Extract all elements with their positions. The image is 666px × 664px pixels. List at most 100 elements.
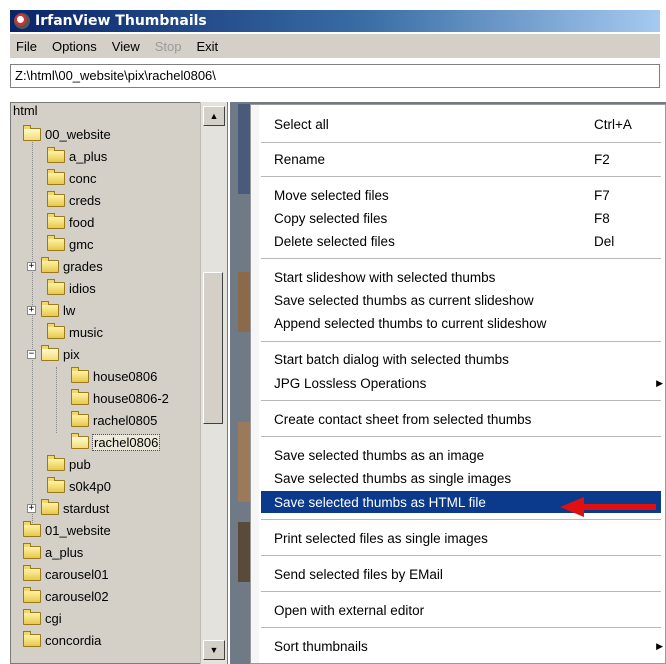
tree-item-a-plus[interactable]: a_plus (47, 145, 107, 167)
folder-open-icon (23, 124, 41, 141)
menu-item-delete-files[interactable]: Delete selected files Del (261, 230, 661, 252)
menu-gutter (251, 105, 259, 663)
menu-item-label: Create contact sheet from selected thumb… (274, 411, 532, 427)
address-bar[interactable]: Z:\html\00_website\pix\rachel0806\ (10, 64, 660, 88)
menu-separator (261, 258, 661, 259)
folder-icon (23, 630, 41, 647)
menu-item-save-slideshow[interactable]: Save selected thumbs as current slidesho… (261, 289, 661, 311)
menu-item-shortcut: Ctrl+A (594, 116, 632, 132)
folder-open-icon (41, 344, 59, 361)
tree-item-s0k4p0[interactable]: s0k4p0 (47, 475, 111, 497)
menu-item-label: Save selected thumbs as an image (274, 447, 485, 463)
tree-item-label: carousel01 (45, 566, 109, 582)
menu-item-send-email[interactable]: Send selected files by EMail (261, 563, 661, 585)
menu-separator (261, 341, 661, 342)
menu-separator (261, 176, 661, 177)
folder-icon (47, 278, 65, 295)
menu-separator (261, 519, 661, 520)
tree-item-label: house0806 (93, 368, 158, 384)
tree-item-creds[interactable]: creds (47, 189, 101, 211)
tree-root-label[interactable]: html (13, 103, 38, 118)
menu-separator (261, 400, 661, 401)
tree-connector (56, 367, 57, 433)
menu-item-move-files[interactable]: Move selected files F7 (261, 184, 661, 206)
menu-item-label: Start slideshow with selected thumbs (274, 269, 496, 285)
scroll-up-arrow-icon[interactable]: ▲ (203, 106, 225, 126)
tree-connector (32, 139, 33, 529)
menu-separator (261, 142, 661, 143)
tree-item-gmc[interactable]: gmc (47, 233, 94, 255)
scrollbar-thumb[interactable] (203, 272, 223, 424)
menu-item-label: Print selected files as single images (274, 530, 488, 546)
menu-separator (261, 627, 661, 628)
menu-item-save-as-image[interactable]: Save selected thumbs as an image (261, 444, 661, 466)
tree-item-rachel0806[interactable]: rachel0806 (71, 431, 161, 453)
folder-icon (47, 322, 65, 339)
tree-item-carousel02[interactable]: carousel02 (23, 585, 109, 607)
menu-item-batch-dialog[interactable]: Start batch dialog with selected thumbs (261, 348, 661, 370)
tree-item-label: conc (69, 170, 97, 186)
folder-icon (23, 608, 41, 625)
tree-item-a-plus-root[interactable]: a_plus (23, 541, 83, 563)
tree-item-music[interactable]: music (47, 321, 103, 343)
tree-item-grades[interactable]: + grades (27, 255, 103, 277)
tree-item-label: creds (69, 192, 101, 208)
menu-item-shortcut: F8 (594, 210, 610, 226)
menu-exit[interactable]: Exit (190, 39, 224, 54)
menu-item-label: JPG Lossless Operations (274, 375, 427, 391)
menu-separator (261, 555, 661, 556)
folder-icon (41, 300, 59, 317)
folder-icon (47, 476, 65, 493)
tree-item-label: lw (63, 302, 76, 318)
tree-item-rachel0805[interactable]: rachel0805 (71, 409, 157, 431)
folder-open-icon (71, 432, 89, 449)
menu-item-copy-files[interactable]: Copy selected files F8 (261, 207, 661, 229)
menu-item-label: Sort thumbnails (274, 638, 368, 654)
expand-plus-icon[interactable]: + (27, 305, 36, 315)
tree-item-label: house0806-2 (93, 390, 169, 406)
expand-plus-icon[interactable]: + (27, 261, 36, 271)
menu-item-sort-thumbnails[interactable]: Sort thumbnails ▶ (261, 635, 663, 657)
menu-item-save-single-images[interactable]: Save selected thumbs as single images (261, 467, 661, 489)
menu-view[interactable]: View (106, 39, 146, 54)
folder-tree[interactable]: html 00_website a_plus conc creds food g… (10, 102, 228, 664)
menu-item-external-editor[interactable]: Open with external editor (261, 599, 661, 621)
tree-item-food[interactable]: food (47, 211, 94, 233)
tree-item-house0806-2[interactable]: house0806-2 (71, 387, 169, 409)
tree-item-carousel01[interactable]: carousel01 (23, 563, 109, 585)
menu-file[interactable]: File (10, 39, 43, 54)
tree-scrollbar[interactable]: ▲ ▼ (200, 102, 227, 664)
tree-item-stardust[interactable]: + stardust (27, 497, 109, 519)
menu-item-contact-sheet[interactable]: Create contact sheet from selected thumb… (261, 408, 661, 430)
tree-item-house0806[interactable]: house0806 (71, 365, 157, 387)
tree-item-pub[interactable]: pub (47, 453, 91, 475)
tree-item-idios[interactable]: idios (47, 277, 96, 299)
tree-item-label: music (69, 324, 103, 340)
scroll-down-arrow-icon[interactable]: ▼ (203, 640, 225, 660)
folder-icon (47, 212, 65, 229)
collapse-minus-icon[interactable]: − (27, 349, 36, 359)
folder-icon (47, 234, 65, 251)
menu-item-select-all[interactable]: Select all Ctrl+A (261, 113, 661, 135)
tree-item-00-website[interactable]: 00_website (23, 123, 111, 145)
expand-plus-icon[interactable]: + (27, 503, 36, 513)
folder-icon (23, 564, 41, 581)
tree-item-lw[interactable]: + lw (27, 299, 75, 321)
tree-item-label: idios (69, 280, 96, 296)
menu-item-rename[interactable]: Rename F2 (261, 148, 661, 170)
tree-item-label: pub (69, 456, 91, 472)
folder-icon (41, 498, 59, 515)
tree-item-label: s0k4p0 (69, 478, 111, 494)
menu-item-label: Open with external editor (274, 602, 425, 618)
menu-separator (261, 591, 661, 592)
tree-item-cgi[interactable]: cgi (23, 607, 62, 629)
tree-item-pix[interactable]: − pix (27, 343, 80, 365)
menu-item-append-slideshow[interactable]: Append selected thumbs to current slides… (261, 312, 661, 334)
tree-item-01-website[interactable]: 01_website (23, 519, 111, 541)
tree-item-conc[interactable]: conc (47, 167, 96, 189)
menu-item-print-files[interactable]: Print selected files as single images (261, 527, 661, 549)
menu-item-start-slideshow[interactable]: Start slideshow with selected thumbs (261, 266, 661, 288)
menu-item-jpg-lossless[interactable]: JPG Lossless Operations ▶ (261, 372, 663, 394)
menu-options[interactable]: Options (46, 39, 103, 54)
tree-item-concordia[interactable]: concordia (23, 629, 101, 651)
